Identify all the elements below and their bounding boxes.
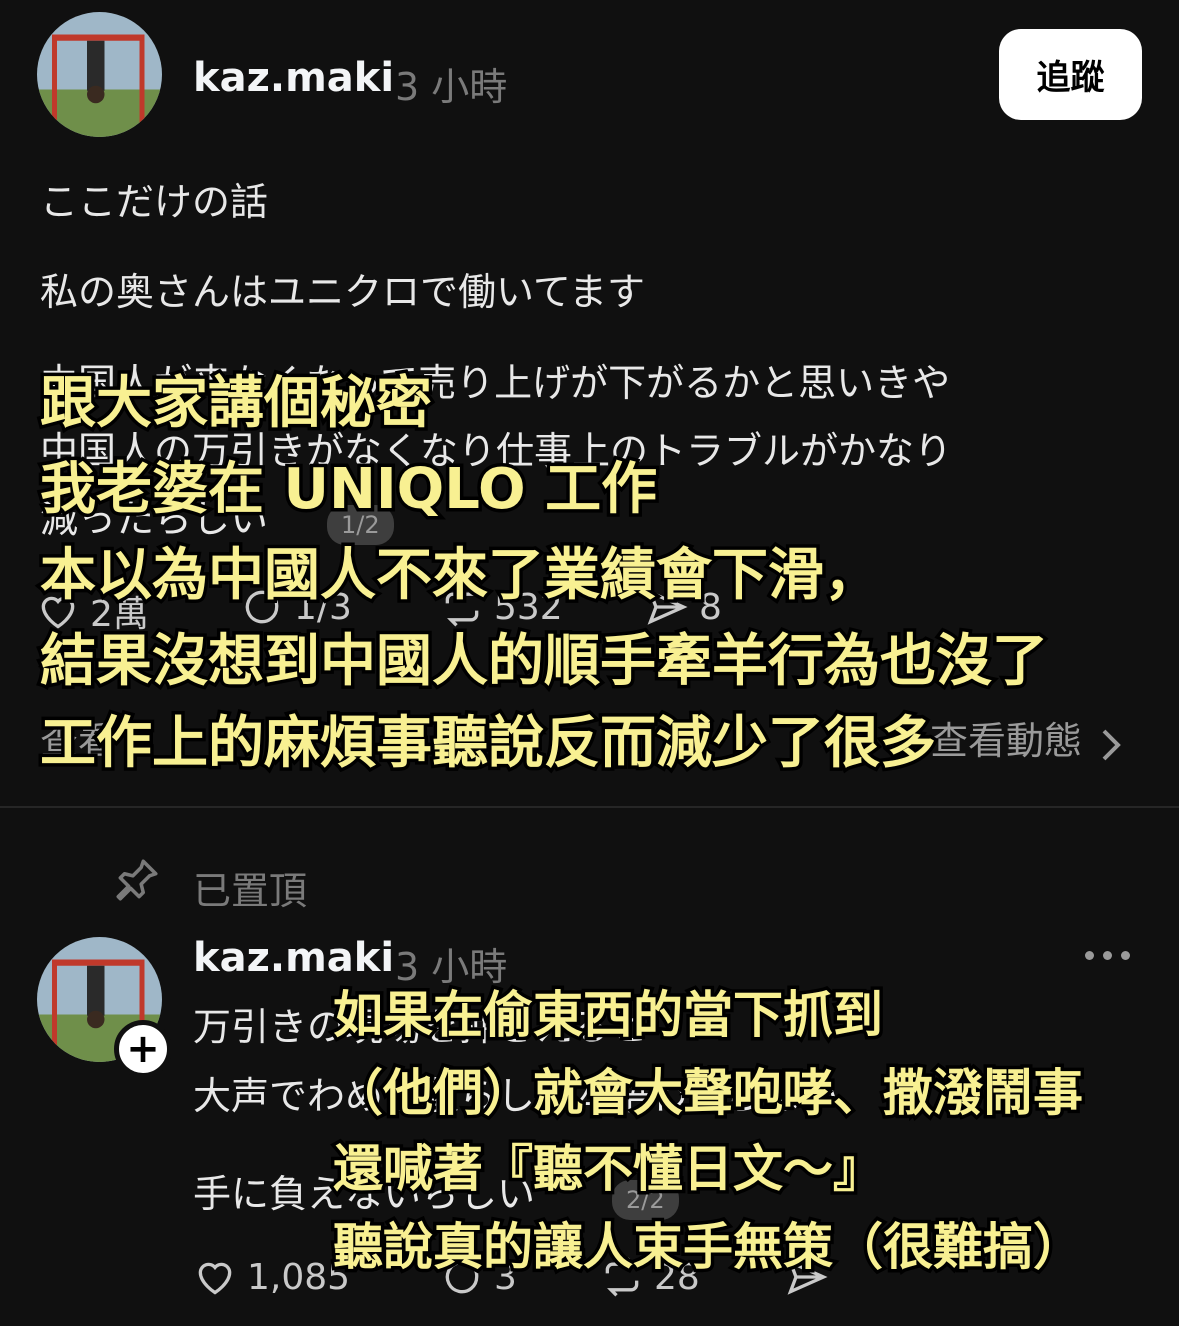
post-username[interactable]: kaz.maki <box>193 55 394 101</box>
more-options-icon[interactable] <box>1085 951 1130 960</box>
overlay-caption-line: 聽說真的讓人束手無策（很難搞） <box>330 1218 1087 1276</box>
post-username[interactable]: kaz.maki <box>193 935 394 981</box>
pin-icon <box>112 855 162 909</box>
heart-icon <box>198 1262 232 1295</box>
avatar-image <box>37 12 162 137</box>
post-time: 3 小時 <box>395 65 508 109</box>
overlay-caption-line: 跟大家講個秘密 <box>37 371 436 436</box>
overlay-caption-line: 還喊著『聽不懂日文～』 <box>330 1140 887 1198</box>
overlay-caption-line: 結果沒想到中國人的順手牽羊行為也沒了 <box>37 629 1052 694</box>
post-time: 3 小時 <box>395 945 508 989</box>
view-activity-link[interactable]: 查看動態 <box>930 722 1082 760</box>
overlay-caption-line: 本以為中國人不來了業績會下滑， <box>37 543 884 608</box>
follow-plus-button[interactable]: + <box>114 1020 172 1078</box>
chevron-right-icon[interactable] <box>1100 727 1124 767</box>
pinned-label: 已置頂 <box>193 869 308 913</box>
post-divider <box>0 806 1179 808</box>
like-button[interactable]: 1,085 <box>193 1255 350 1299</box>
overlay-caption-line: 工作上的麻煩事聽說反而減少了很多 <box>37 711 940 776</box>
overlay-caption-line: 如果在偷東西的當下抓到 <box>330 986 887 1044</box>
overlay-caption-line: （他們）就會大聲咆哮、撒潑鬧事 <box>330 1064 1087 1122</box>
overlay-caption-line: 我老婆在 UNIQLO 工作 <box>36 457 660 522</box>
post-text-line: ここだけの話 <box>40 180 269 224</box>
post-text-line: 私の奥さんはユニクロで働いてます <box>40 270 645 314</box>
avatar[interactable] <box>37 12 162 137</box>
follow-button[interactable]: 追蹤 <box>999 29 1142 120</box>
